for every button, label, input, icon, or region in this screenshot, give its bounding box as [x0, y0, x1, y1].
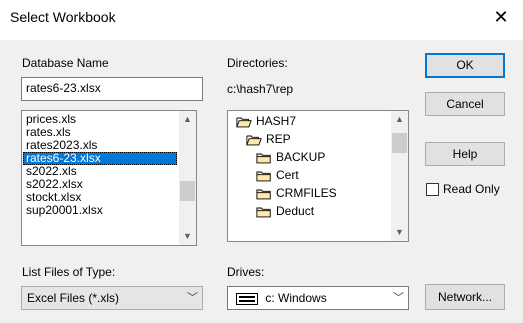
cancel-button[interactable]: Cancel — [425, 92, 505, 116]
database-name-label: Database Name — [22, 56, 109, 70]
file-type-value: Excel Files (*.xls) — [27, 291, 120, 305]
drives-label: Drives: — [227, 265, 265, 279]
read-only-checkbox[interactable] — [426, 183, 439, 196]
directory-scrollbar[interactable]: ▲ ▼ — [391, 111, 408, 241]
directory-item-label: CRMFILES — [276, 186, 337, 200]
folder-icon — [256, 207, 271, 218]
folder-open-icon — [246, 135, 262, 146]
folder-icon — [256, 153, 271, 164]
scroll-thumb[interactable] — [180, 181, 195, 201]
directory-item[interactable]: Deduct — [256, 203, 314, 220]
scroll-up-icon[interactable]: ▲ — [179, 111, 196, 128]
drives-dropdown[interactable]: c: Windows ﹀ — [227, 286, 409, 310]
file-type-dropdown[interactable]: Excel Files (*.xls) ﹀ — [21, 286, 203, 310]
directory-list: HASH7 REP BACKUP Cert CRMFILES Deduct — [228, 111, 388, 241]
directory-item-label: BACKUP — [276, 150, 326, 164]
directory-item-label: Deduct — [276, 204, 315, 218]
directory-item[interactable]: REP — [246, 131, 291, 148]
file-listbox[interactable]: prices.xls rates.xls rates2023.xls rates6-2… — [21, 110, 197, 246]
dialog-body: Database Name rates6-23.xlsx prices.xls r… — [0, 40, 523, 323]
file-list-item[interactable]: sup20001.xlsx — [23, 204, 177, 217]
directory-item-label: HASH7 — [256, 114, 297, 128]
scroll-down-icon[interactable]: ▼ — [179, 228, 196, 245]
scroll-up-icon[interactable]: ▲ — [391, 111, 408, 128]
directories-label: Directories: — [227, 56, 288, 70]
network-button[interactable]: Network... — [425, 284, 505, 310]
directory-item[interactable]: BACKUP — [256, 149, 325, 166]
chevron-down-icon: ﹀ — [393, 292, 404, 304]
database-name-input[interactable]: rates6-23.xlsx — [21, 77, 203, 101]
drive-icon — [236, 292, 258, 305]
directory-item[interactable]: HASH7 — [236, 113, 296, 130]
read-only-label: Read Only — [443, 182, 500, 196]
title-bar: Select Workbook ✕ — [0, 0, 523, 40]
folder-open-icon — [236, 117, 252, 128]
directory-item[interactable]: CRMFILES — [256, 185, 337, 202]
chevron-down-icon: ﹀ — [187, 292, 198, 304]
directory-item-label: REP — [266, 132, 291, 146]
directory-item[interactable]: Cert — [256, 167, 299, 184]
window-title: Select Workbook — [10, 9, 116, 25]
drives-value: c: Windows — [265, 291, 327, 305]
file-list-scrollbar[interactable]: ▲ ▼ — [179, 111, 196, 245]
scroll-down-icon[interactable]: ▼ — [391, 224, 408, 241]
file-type-label: List Files of Type: — [22, 265, 116, 279]
close-icon[interactable]: ✕ — [489, 5, 513, 29]
folder-icon — [256, 189, 271, 200]
directory-path: c:\hash7\rep — [227, 82, 294, 96]
file-list: prices.xls rates.xls rates2023.xls rates6-2… — [23, 113, 177, 217]
ok-button[interactable]: OK — [425, 53, 505, 78]
scroll-thumb[interactable] — [392, 133, 407, 153]
folder-icon — [256, 171, 271, 182]
directory-tree[interactable]: HASH7 REP BACKUP Cert CRMFILES Deduct ▲ ▼ — [227, 110, 409, 242]
directory-item-label: Cert — [276, 168, 299, 182]
help-button[interactable]: Help — [425, 142, 505, 166]
